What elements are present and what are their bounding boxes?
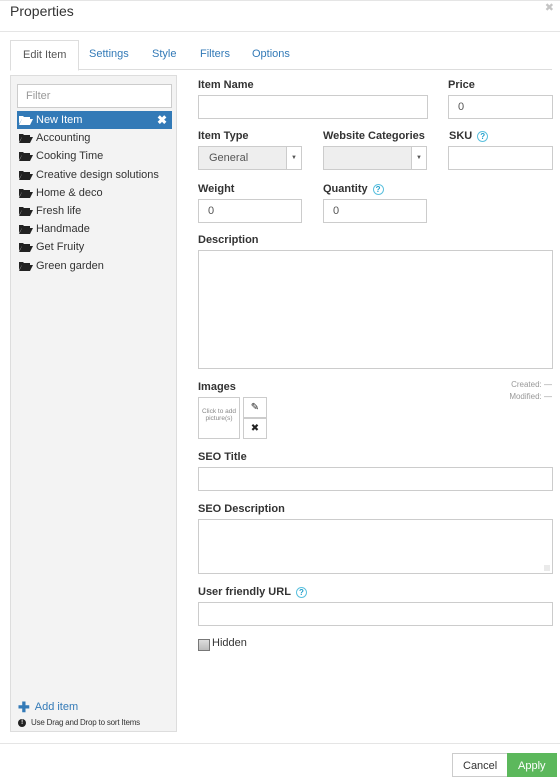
- tree-item-label: Creative design solutions: [36, 168, 159, 181]
- tab-style[interactable]: Style: [140, 40, 188, 70]
- seo-title-input[interactable]: [198, 467, 553, 491]
- tree-item-label: Home & deco: [36, 186, 103, 199]
- item-type-select[interactable]: General ▼: [198, 146, 302, 170]
- sort-hint: ! Use Drag and Drop to sort Items: [18, 718, 140, 727]
- tree-item[interactable]: Creative design solutions: [17, 166, 172, 184]
- caret-down-icon[interactable]: ▼: [411, 147, 426, 169]
- close-icon[interactable]: ✖: [545, 1, 554, 14]
- add-picture-box[interactable]: Click to add picture(s): [198, 397, 240, 439]
- add-item-button[interactable]: ✚ Add item: [18, 699, 79, 715]
- images-label: Images: [198, 381, 236, 393]
- quantity-input[interactable]: [323, 199, 427, 223]
- tree-item-label: Green garden: [36, 259, 104, 272]
- tree-item[interactable]: Get Fruity: [17, 238, 172, 256]
- help-icon[interactable]: ?: [477, 130, 489, 142]
- folder-open-icon: [19, 224, 36, 235]
- seo-title-label: SEO Title: [198, 451, 247, 463]
- remove-item-icon[interactable]: ✖: [157, 111, 167, 129]
- pencil-icon: ✎: [250, 402, 260, 413]
- website-categories-select[interactable]: ▼: [323, 146, 427, 170]
- dialog-title: Properties: [10, 3, 74, 19]
- url-label-text: User friendly URL: [198, 586, 291, 598]
- created-meta: Created: —: [511, 380, 552, 389]
- hidden-label: Hidden: [212, 637, 247, 649]
- tree-item[interactable]: Handmade: [17, 220, 172, 238]
- folder-open-icon: [19, 188, 36, 198]
- tree-item-label: Handmade: [36, 223, 90, 236]
- tree-item-label: New Item: [36, 114, 83, 127]
- filter-input[interactable]: [17, 84, 172, 108]
- sku-label: SKU ?: [449, 130, 489, 142]
- top-border: [0, 0, 560, 1]
- seo-description-textarea[interactable]: [198, 519, 553, 574]
- tab-filters[interactable]: Filters: [188, 40, 242, 70]
- quantity-label: Quantity ?: [323, 183, 384, 195]
- price-input[interactable]: [448, 95, 553, 119]
- tree-item[interactable]: Cooking Time: [17, 147, 172, 165]
- footer-divider: [0, 743, 560, 744]
- url-label: User friendly URL ?: [198, 586, 307, 598]
- weight-input[interactable]: [198, 199, 302, 223]
- caret-down-icon[interactable]: ▼: [286, 147, 301, 169]
- item-name-input[interactable]: [198, 95, 428, 119]
- remove-image-button[interactable]: ✖: [243, 418, 267, 439]
- folder-open-icon: [19, 170, 36, 180]
- info-icon: !: [18, 718, 26, 727]
- website-categories-label: Website Categories: [323, 130, 425, 142]
- sku-label-text: SKU: [449, 130, 473, 142]
- edit-image-button[interactable]: ✎: [243, 397, 267, 418]
- help-icon[interactable]: ?: [295, 586, 307, 598]
- tree-item[interactable]: New Item ✖: [17, 111, 172, 130]
- description-textarea[interactable]: [198, 250, 553, 369]
- seo-description-label: SEO Description: [198, 503, 285, 515]
- modified-meta: Modified: —: [509, 392, 552, 401]
- folder-open-icon: [19, 206, 36, 217]
- quantity-label-text: Quantity: [323, 183, 368, 195]
- remove-icon: ✖: [250, 423, 260, 434]
- cancel-button[interactable]: Cancel: [452, 753, 509, 777]
- resize-grip-icon[interactable]: [544, 565, 550, 571]
- weight-label: Weight: [198, 183, 235, 195]
- tree-item-label: Accounting: [36, 132, 91, 145]
- hidden-checkbox[interactable]: [198, 639, 210, 651]
- item-tree: New Item ✖ Accounting Cooking Time Creative …: [17, 111, 172, 275]
- tree-item[interactable]: Fresh life: [17, 202, 172, 220]
- tree-item-label: Cooking Time: [36, 150, 104, 163]
- tree-item-label: Fresh life: [36, 205, 82, 218]
- tab-settings[interactable]: Settings: [77, 40, 141, 70]
- item-name-label: Item Name: [198, 79, 254, 91]
- item-sidebar: New Item ✖ Accounting Cooking Time Creative …: [10, 75, 177, 732]
- seo-description-wrapper: [198, 519, 553, 574]
- tree-item[interactable]: Accounting: [17, 129, 172, 147]
- folder-open-icon: [19, 242, 36, 253]
- folder-open-icon: [19, 261, 36, 271]
- sku-input[interactable]: [448, 146, 553, 170]
- help-icon[interactable]: ?: [372, 183, 384, 195]
- folder-open-icon: [19, 151, 36, 162]
- tab-bar: Edit Item Settings Style Filters Options: [10, 40, 552, 71]
- apply-button[interactable]: Apply: [507, 753, 557, 777]
- item-type-value: General: [209, 152, 249, 164]
- url-input[interactable]: [198, 602, 553, 626]
- folder-open-icon: [19, 115, 36, 126]
- plus-icon: ✚: [18, 699, 30, 715]
- item-type-label: Item Type: [198, 130, 249, 142]
- tab-options[interactable]: Options: [240, 40, 302, 70]
- website-categories-value: [324, 147, 411, 169]
- add-item-label: Add item: [34, 701, 79, 713]
- tree-item[interactable]: Green garden: [17, 257, 172, 275]
- sort-hint-text: Use Drag and Drop to sort Items: [31, 718, 140, 727]
- tab-edit-item[interactable]: Edit Item: [10, 40, 80, 71]
- tree-item[interactable]: Home & deco: [17, 184, 172, 202]
- tree-item-label: Get Fruity: [36, 241, 85, 254]
- header-divider: [0, 31, 560, 32]
- description-label: Description: [198, 234, 259, 246]
- price-label: Price: [448, 79, 475, 91]
- folder-open-icon: [19, 133, 36, 144]
